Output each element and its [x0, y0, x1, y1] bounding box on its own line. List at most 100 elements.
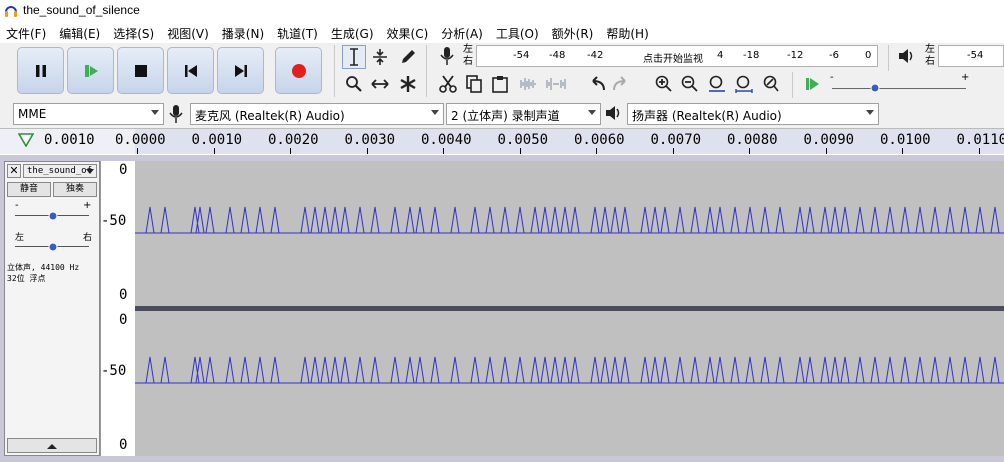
draw-tool[interactable]	[396, 45, 420, 69]
menu-analyze[interactable]: 分析(A)	[441, 22, 490, 43]
left-channel-label: 左	[463, 44, 473, 55]
menu-effect[interactable]: 效果(C)	[387, 22, 436, 43]
pause-button[interactable]	[17, 47, 64, 94]
recording-channels-select[interactable]: 2 (立体声) 录制声道	[446, 103, 601, 125]
window-title: the_sound_of_silence	[23, 3, 140, 17]
waveform-peak	[610, 206, 620, 234]
redo-button[interactable]	[610, 72, 634, 96]
record-button[interactable]	[275, 47, 322, 94]
collapse-track-button[interactable]	[7, 438, 97, 453]
ruler-tick-mark	[596, 148, 597, 154]
slider-thumb[interactable]	[870, 83, 880, 93]
waveform-peak	[470, 356, 480, 384]
zoom-fit-icon	[735, 75, 753, 93]
playback-meter-button[interactable]	[895, 44, 919, 68]
scissors-icon	[439, 75, 457, 93]
ruler-tick-label: 0.0080	[727, 132, 778, 148]
waveform-peak	[570, 356, 580, 384]
recording-device-select[interactable]: 麦克风 (Realtek(R) Audio)	[190, 103, 444, 125]
pencil-icon	[402, 50, 415, 63]
trim-audio-icon	[520, 78, 536, 90]
menu-select[interactable]: 选择(S)	[113, 22, 161, 43]
record-icon	[291, 63, 306, 78]
waveform-peak	[640, 206, 650, 234]
waveform-peak	[500, 356, 510, 384]
ruler-tick-mark	[672, 148, 674, 154]
close-track-button[interactable]: ✕	[7, 164, 21, 178]
multi-tool[interactable]	[396, 72, 420, 96]
playback-speed-slider[interactable]: - +	[830, 72, 970, 96]
waveform-peak	[900, 356, 910, 384]
play-head-icon[interactable]	[18, 133, 34, 147]
pan-right-label: 右	[83, 233, 93, 243]
skip-to-end-button[interactable]	[217, 47, 264, 94]
menu-tools[interactable]: 工具(O)	[496, 22, 546, 43]
play-button[interactable]	[67, 47, 114, 94]
silence-button[interactable]	[544, 72, 568, 96]
menu-tracks[interactable]: 轨道(T)	[277, 22, 325, 43]
zoom-toggle-button[interactable]	[759, 72, 783, 96]
vruler-label: 0	[119, 437, 128, 453]
ruler-tick-label: 0.0000	[115, 132, 166, 148]
waveform-peak	[205, 206, 215, 234]
ruler-tick-mark	[902, 148, 903, 154]
waveform-peak	[885, 356, 895, 384]
solo-button[interactable]: 独奏	[53, 182, 97, 197]
waveform-peak	[915, 356, 925, 384]
waveform-peak	[240, 206, 250, 234]
paste-button[interactable]	[488, 72, 512, 96]
time-shift-tool[interactable]	[368, 72, 392, 96]
timeline-ruler-track[interactable]	[135, 129, 1004, 154]
play-at-speed-button[interactable]	[800, 72, 824, 96]
audio-host-select[interactable]: MME	[13, 103, 164, 125]
trim-button[interactable]	[516, 72, 540, 96]
waveform-peak	[255, 356, 265, 384]
menu-transport[interactable]: 播录(N)	[222, 22, 271, 43]
gain-slider-thumb[interactable]	[48, 211, 58, 221]
fit-project-button[interactable]	[732, 72, 756, 96]
waveform-peak	[730, 356, 740, 384]
cut-button[interactable]	[436, 72, 460, 96]
menu-help[interactable]: 帮助(H)	[606, 22, 655, 43]
waveform-peak	[690, 356, 700, 384]
waveform-peak	[900, 206, 910, 234]
pan-slider-thumb[interactable]	[48, 242, 58, 252]
waveform-peak	[930, 356, 940, 384]
waveform-peak	[530, 206, 540, 234]
record-meter[interactable]: -54 -48 -42 点击开始监视 4 -18 -12 -6 0	[476, 45, 878, 67]
zoom-out-button[interactable]	[678, 72, 702, 96]
waveform-peak	[805, 206, 815, 234]
menu-extra[interactable]: 额外(R)	[552, 22, 601, 43]
waveform-right-channel[interactable]	[135, 311, 1004, 456]
menu-view[interactable]: 视图(V)	[167, 22, 216, 43]
waveform-peak	[775, 356, 785, 384]
chevron-down-icon	[86, 169, 94, 174]
copy-button[interactable]	[462, 72, 486, 96]
envelope-tool[interactable]	[368, 45, 392, 69]
waveform-peak	[990, 206, 1000, 234]
waveform-left-channel[interactable]	[135, 161, 1004, 306]
waveform-peak	[795, 206, 805, 234]
record-meter-button[interactable]	[435, 44, 459, 68]
menu-file[interactable]: 文件(F)	[6, 22, 53, 43]
menu-edit[interactable]: 编辑(E)	[59, 22, 107, 43]
waveform-peak	[370, 356, 380, 384]
waveform-peak	[745, 356, 755, 384]
fit-selection-button[interactable]	[705, 72, 729, 96]
track-name-menu[interactable]: the_sound_of	[23, 164, 97, 178]
undo-icon	[592, 76, 605, 91]
meter-monitor-hint[interactable]: 点击开始监视	[643, 50, 703, 65]
selection-tool[interactable]	[342, 45, 366, 69]
zoom-in-button[interactable]	[652, 72, 676, 96]
meter-tick: -48	[549, 50, 566, 61]
zoom-tool[interactable]	[342, 72, 366, 96]
playback-meter[interactable]: -54	[938, 45, 1004, 67]
mute-button[interactable]: 静音	[7, 182, 51, 197]
skip-to-start-button[interactable]	[167, 47, 214, 94]
right-channel-label: 右	[463, 56, 473, 67]
undo-button[interactable]	[584, 72, 608, 96]
waveform-peak	[570, 206, 580, 234]
playback-device-select[interactable]: 扬声器 (Realtek(R) Audio)	[627, 103, 879, 125]
stop-button[interactable]	[117, 47, 164, 94]
menu-generate[interactable]: 生成(G)	[331, 22, 381, 43]
